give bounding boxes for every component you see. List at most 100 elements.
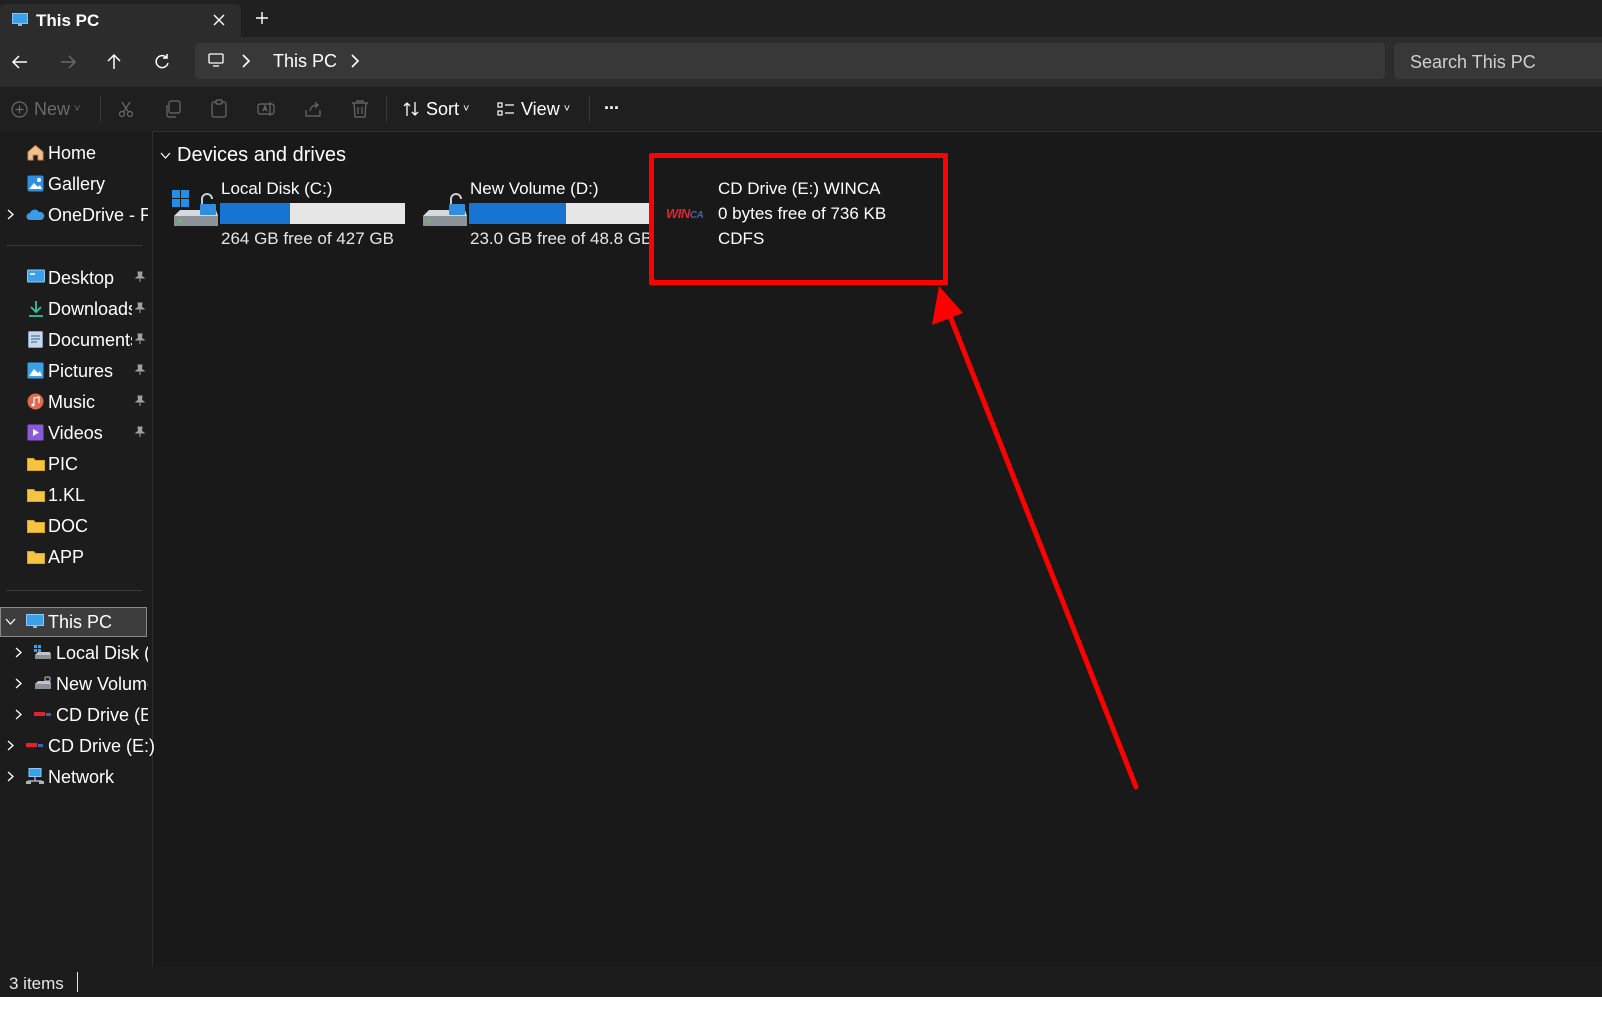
sidebar-item-1kl[interactable]: 1.KL — [0, 480, 152, 510]
drive-tile-new-volume-d[interactable]: New Volume (D:) 23.0 GB free of 48.8 GB — [421, 178, 656, 258]
windows-drive-icon — [172, 190, 220, 232]
more-options-button[interactable]: ... — [604, 81, 619, 125]
copy-icon[interactable] — [164, 100, 182, 118]
chevron-right-icon[interactable] — [15, 647, 22, 658]
folder-icon — [27, 550, 45, 564]
sidebar-item-desktop[interactable]: Desktop — [0, 263, 152, 293]
sidebar-item-gallery[interactable]: Gallery — [0, 169, 152, 199]
videos-icon — [27, 424, 44, 441]
view-list-icon — [497, 101, 515, 117]
plus-circle-icon — [11, 100, 28, 118]
sidebar-item-onedrive[interactable]: OneDrive - P — [0, 200, 152, 230]
back-arrow-icon[interactable] — [10, 52, 30, 72]
item-count: 3 items — [9, 974, 64, 993]
chevron-right-icon[interactable] — [7, 209, 14, 220]
sidebar-item-doc[interactable]: DOC — [0, 511, 152, 541]
sidebar-item-local-disk-c[interactable]: Local Disk (C:) — [0, 638, 152, 668]
sidebar-item-this-pc[interactable]: This PC — [0, 607, 147, 637]
chevron-right-icon[interactable] — [15, 678, 22, 689]
drive-usage-fill — [469, 203, 566, 224]
view-button[interactable]: View ˅ — [497, 87, 570, 131]
new-tab-icon[interactable] — [256, 12, 268, 24]
pin-icon[interactable] — [135, 426, 145, 437]
view-label: View — [521, 98, 560, 119]
divider — [589, 96, 590, 122]
chevron-right-icon[interactable] — [241, 54, 251, 68]
document-icon — [28, 331, 43, 348]
pin-icon[interactable] — [135, 302, 145, 313]
search-input[interactable] — [1408, 51, 1602, 73]
sidebar-item-pictures[interactable]: Pictures — [0, 356, 152, 386]
new-button[interactable]: New ˅ — [11, 87, 80, 131]
pictures-icon — [27, 362, 44, 379]
section-title: Devices and drives — [177, 144, 346, 166]
pin-icon[interactable] — [135, 395, 145, 406]
tab-title: This PC — [36, 11, 100, 30]
sidebar-item-downloads[interactable]: Downloads — [0, 294, 152, 324]
pin-icon[interactable] — [135, 271, 145, 282]
sidebar-item-documents[interactable]: Documents — [0, 325, 152, 355]
chevron-down-icon: ˅ — [74, 103, 81, 115]
sidebar-item-cd-drive-child[interactable]: CD Drive (E:) WINCA — [0, 700, 152, 730]
command-bar: New ˅ Sort ˅ View ˅ ... — [0, 87, 1602, 132]
paste-icon[interactable] — [210, 99, 228, 118]
sidebar-item-pic[interactable]: PIC — [0, 449, 152, 479]
sidebar-item-label: DOC — [48, 516, 88, 536]
drive-usage-bar — [220, 203, 405, 224]
more-options-label: ... — [604, 92, 620, 113]
drive-usage-bar — [469, 203, 652, 224]
sidebar-item-network[interactable]: Network — [0, 762, 152, 792]
winca-logo-icon — [34, 711, 52, 717]
sidebar-item-new-volume-d[interactable]: New Volume (D:) — [0, 669, 152, 699]
chevron-right-icon[interactable] — [7, 740, 14, 751]
sidebar-item-label: Home — [48, 143, 97, 163]
divider — [386, 96, 387, 122]
sidebar-item-label: Music — [48, 392, 96, 412]
cut-icon[interactable] — [117, 100, 135, 118]
sort-label: Sort — [426, 98, 460, 119]
desktop-icon — [27, 269, 45, 285]
chevron-right-icon[interactable] — [15, 709, 22, 720]
close-icon[interactable] — [213, 14, 225, 26]
cloud-icon — [26, 209, 45, 221]
sidebar-item-cd-drive[interactable]: CD Drive (E:) — [0, 731, 155, 761]
refresh-icon[interactable] — [152, 52, 172, 72]
up-arrow-icon[interactable] — [104, 52, 124, 72]
tab-bar: This PC — [0, 0, 1602, 37]
search-box[interactable] — [1394, 43, 1602, 79]
divider — [100, 96, 101, 122]
sidebar-item-videos[interactable]: Videos — [0, 418, 152, 448]
address-bar[interactable]: This PC — [195, 43, 1385, 79]
chevron-right-icon[interactable] — [7, 771, 14, 782]
monitor-icon — [208, 53, 224, 67]
share-icon[interactable] — [304, 100, 322, 118]
sidebar-item-label: PIC — [48, 454, 79, 474]
chevron-down-icon[interactable] — [5, 618, 16, 625]
tab-this-pc[interactable]: This PC — [0, 4, 241, 37]
sidebar-item-home[interactable]: Home — [0, 138, 152, 168]
chevron-down-icon: ˅ — [563, 103, 571, 115]
delete-icon[interactable] — [351, 99, 369, 118]
sidebar-item-music[interactable]: Music — [0, 387, 152, 417]
sidebar-item-label: Local Disk (C:) — [56, 643, 148, 663]
pin-icon[interactable] — [135, 364, 145, 375]
drive-free-space: 264 GB free of 427 GB — [221, 229, 394, 248]
rename-icon[interactable] — [257, 100, 275, 118]
drive-tile-local-disk-c[interactable]: Local Disk (C:) 264 GB free of 427 GB — [172, 178, 417, 258]
sort-button[interactable]: Sort ˅ — [402, 87, 469, 131]
sidebar-item-label: OneDrive - P — [48, 205, 148, 225]
chevron-right-icon[interactable] — [350, 54, 360, 68]
sidebar-item-label: Network — [48, 767, 115, 787]
chevron-down-icon[interactable] — [160, 152, 171, 159]
pin-icon[interactable] — [135, 333, 145, 344]
sidebar-item-label: This PC — [48, 612, 113, 632]
breadcrumb-this-pc[interactable]: This PC — [273, 51, 337, 72]
forward-arrow-icon[interactable] — [58, 52, 78, 72]
bottom-edge — [0, 997, 1602, 1025]
monitor-icon — [12, 13, 28, 27]
divider — [6, 590, 142, 591]
annotation-highlight-box — [649, 153, 948, 285]
sort-icon — [402, 100, 420, 118]
address-row: This PC — [0, 37, 1602, 87]
sidebar-item-app[interactable]: APP — [0, 542, 152, 572]
